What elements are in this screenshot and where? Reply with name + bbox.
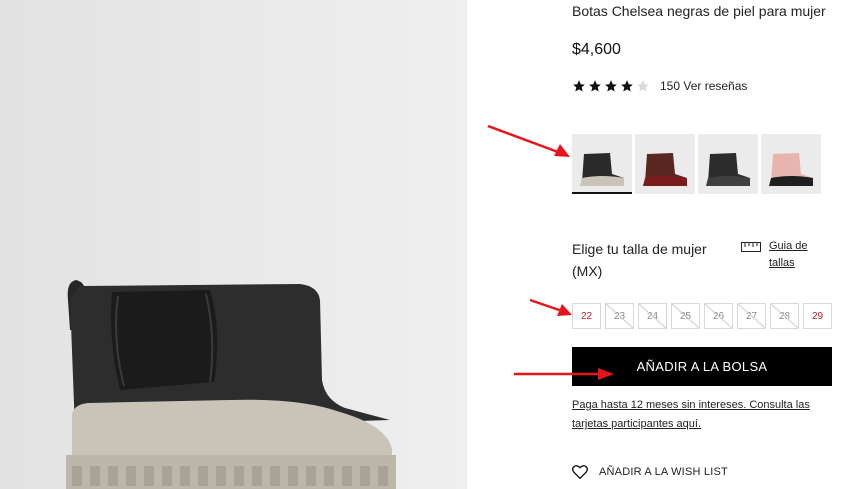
size-guide-link[interactable]: Guia de tallas [769,238,815,272]
boot-thumbnail [706,153,750,186]
size-option[interactable]: 23 [605,303,634,329]
product-title: Botas Chelsea negras de piel para mujer [572,3,826,19]
color-swatches [572,134,821,194]
size-option[interactable]: 24 [638,303,667,329]
size-title: Elige tu talla de mujer (MX) [572,241,707,279]
installments-link[interactable]: Paga hasta 12 meses sin intereses. Consu… [572,396,832,434]
star-filled-icon [605,80,617,92]
boot-image [0,0,467,489]
boot-thumbnail [643,153,687,186]
boot-thumbnail [769,153,813,186]
rating[interactable]: 150 Ver reseñas [572,79,747,93]
ruler-icon [741,242,761,252]
product-price: $4,600 [572,41,621,58]
size-option[interactable]: 22 [572,303,601,329]
add-to-bag-button[interactable]: AÑADIR A LA BOLSA [572,347,832,386]
size-option[interactable]: 25 [671,303,700,329]
size-option[interactable]: 27 [737,303,766,329]
wishlist-label: AÑADIR A LA WISH LIST [599,466,728,478]
swatch-black-beige[interactable] [572,134,632,194]
swatch-pink-black[interactable] [761,134,821,194]
star-empty-icon [637,80,649,92]
annotation-arrow-icon [529,298,572,316]
reviews-link[interactable]: 150 Ver reseñas [660,79,747,93]
boot-thumbnail [580,153,624,186]
annotation-arrow-icon [487,124,570,157]
heart-icon [572,465,588,479]
swatch-black-grey[interactable] [698,134,758,194]
star-filled-icon [621,80,633,92]
product-image [0,0,467,489]
add-to-wishlist[interactable]: AÑADIR A LA WISH LIST [572,465,728,479]
size-option[interactable]: 29 [803,303,832,329]
size-option[interactable]: 26 [704,303,733,329]
swatch-burgundy[interactable] [635,134,695,194]
size-option[interactable]: 28 [770,303,799,329]
size-guide[interactable]: Guia de tallas [741,238,815,272]
size-options: 22 23 24 25 26 27 28 29 [572,303,832,329]
star-filled-icon [573,80,585,92]
rating-stars [572,79,650,93]
star-filled-icon [589,80,601,92]
